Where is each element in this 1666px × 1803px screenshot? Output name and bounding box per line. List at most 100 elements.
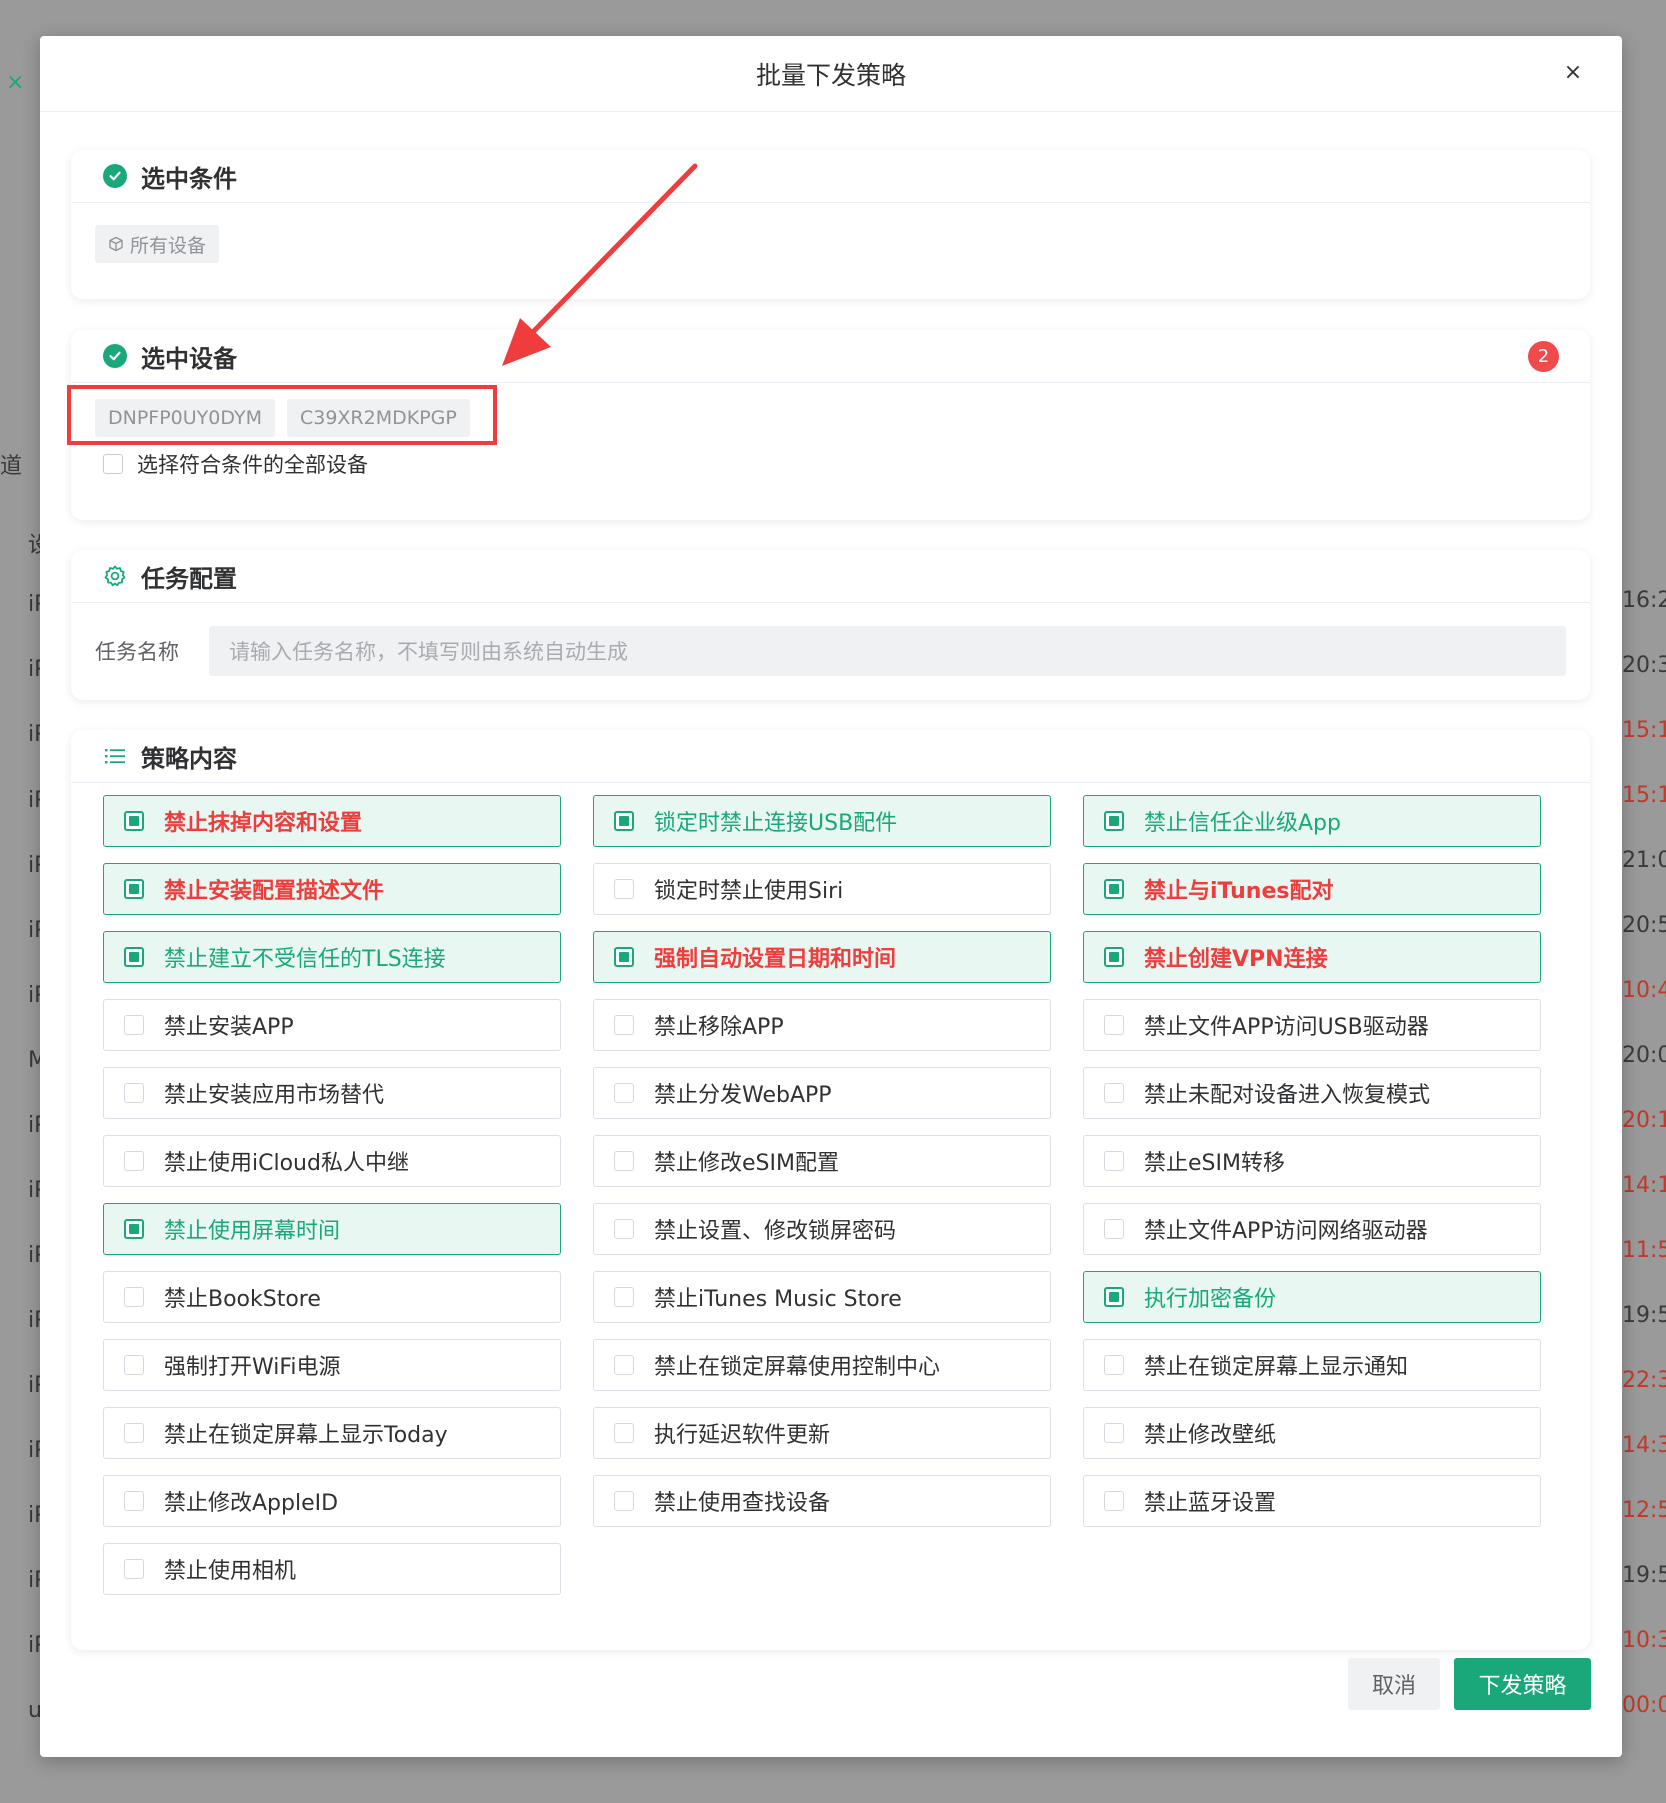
- policy-checkbox[interactable]: [1104, 879, 1124, 899]
- all-devices-tag-label: 所有设备: [130, 234, 207, 257]
- policies-card-header: 策略内容: [71, 730, 1590, 783]
- policy-option[interactable]: 禁止修改AppleID: [103, 1475, 561, 1527]
- policy-checkbox[interactable]: [124, 879, 144, 899]
- policy-option[interactable]: 锁定时禁止使用Siri: [593, 863, 1051, 915]
- policy-label: 禁止文件APP访问网络驱动器: [1144, 1219, 1428, 1244]
- background-time-text: 19:5: [1622, 1563, 1666, 1588]
- policy-checkbox[interactable]: [614, 1151, 634, 1171]
- policy-option[interactable]: 禁止安装配置描述文件: [103, 863, 561, 915]
- policy-option[interactable]: 禁止修改eSIM配置: [593, 1135, 1051, 1187]
- policy-checkbox[interactable]: [614, 1423, 634, 1443]
- submit-policy-button[interactable]: 下发策略: [1454, 1658, 1591, 1710]
- background-time-text: 22:3: [1622, 1368, 1666, 1393]
- policy-option[interactable]: 禁止修改壁纸: [1083, 1407, 1541, 1459]
- policy-label: 锁定时禁止使用Siri: [654, 879, 844, 904]
- policy-option[interactable]: 锁定时禁止连接USB配件: [593, 795, 1051, 847]
- policy-checkbox[interactable]: [614, 879, 634, 899]
- policy-checkbox[interactable]: [614, 1491, 634, 1511]
- policy-label: 禁止使用相机: [164, 1559, 297, 1584]
- policy-option[interactable]: 禁止蓝牙设置: [1083, 1475, 1541, 1527]
- policy-checkbox[interactable]: [1104, 1015, 1124, 1035]
- policy-checkbox[interactable]: [124, 947, 144, 967]
- policy-checkbox[interactable]: [124, 1287, 144, 1307]
- policy-option[interactable]: 禁止BookStore: [103, 1271, 561, 1323]
- policy-option[interactable]: 禁止文件APP访问USB驱动器: [1083, 999, 1541, 1051]
- policy-checkbox[interactable]: [1104, 1287, 1124, 1307]
- policy-option[interactable]: 禁止在锁定屏幕上显示通知: [1083, 1339, 1541, 1391]
- cancel-button[interactable]: 取消: [1348, 1658, 1440, 1710]
- policy-option[interactable]: 禁止建立不受信任的TLS连接: [103, 931, 561, 983]
- policy-option[interactable]: 禁止抹掉内容和设置: [103, 795, 561, 847]
- policy-checkbox[interactable]: [1104, 1491, 1124, 1511]
- policy-checkbox[interactable]: [1104, 1219, 1124, 1239]
- policy-option[interactable]: 禁止未配对设备进入恢复模式: [1083, 1067, 1541, 1119]
- policy-checkbox[interactable]: [614, 947, 634, 967]
- select-all-label[interactable]: 选择符合条件的全部设备: [137, 449, 368, 479]
- policy-checkbox[interactable]: [1104, 1151, 1124, 1171]
- policy-label: 强制自动设置日期和时间: [654, 947, 897, 972]
- policy-option[interactable]: 禁止移除APP: [593, 999, 1051, 1051]
- policy-option[interactable]: 禁止分发WebAPP: [593, 1067, 1051, 1119]
- policy-option[interactable]: 执行加密备份: [1083, 1271, 1541, 1323]
- policy-label: 禁止安装APP: [164, 1015, 294, 1040]
- policy-checkbox[interactable]: [124, 1015, 144, 1035]
- policy-option[interactable]: 强制自动设置日期和时间: [593, 931, 1051, 983]
- policy-label: 锁定时禁止连接USB配件: [654, 811, 898, 836]
- batch-policy-dialog: 批量下发策略 × 选中条件 所有设备 选中设备 2 DNPFP0UY0DYM C…: [40, 36, 1622, 1757]
- conditions-card: 选中条件 所有设备: [71, 150, 1590, 299]
- background-time-text: 19:5: [1622, 1303, 1666, 1328]
- policy-option[interactable]: 禁止使用相机: [103, 1543, 561, 1595]
- policy-option[interactable]: 执行延迟软件更新: [593, 1407, 1051, 1459]
- background-time-text: 10:4: [1622, 978, 1666, 1003]
- policy-option[interactable]: 禁止信任企业级App: [1083, 795, 1541, 847]
- background-time-text: 20:1: [1622, 1108, 1666, 1133]
- policy-checkbox[interactable]: [614, 811, 634, 831]
- policy-checkbox[interactable]: [1104, 1423, 1124, 1443]
- policy-option[interactable]: 禁止eSIM转移: [1083, 1135, 1541, 1187]
- policy-checkbox[interactable]: [614, 1219, 634, 1239]
- policy-option[interactable]: 禁止设置、修改锁屏密码: [593, 1203, 1051, 1255]
- policy-option[interactable]: 禁止使用屏幕时间: [103, 1203, 561, 1255]
- policy-option[interactable]: 禁止与iTunes配对: [1083, 863, 1541, 915]
- background-time-text: 21:0: [1622, 848, 1666, 873]
- policy-checkbox[interactable]: [124, 1355, 144, 1375]
- policy-checkbox[interactable]: [614, 1355, 634, 1375]
- policy-label: 强制打开WiFi电源: [164, 1355, 341, 1380]
- policy-checkbox[interactable]: [614, 1083, 634, 1103]
- policy-option[interactable]: 禁止创建VPN连接: [1083, 931, 1541, 983]
- devices-title: 选中设备: [141, 344, 237, 373]
- policy-label: 禁止建立不受信任的TLS连接: [164, 947, 446, 972]
- policy-checkbox[interactable]: [614, 1015, 634, 1035]
- policy-checkbox[interactable]: [124, 1423, 144, 1443]
- close-icon[interactable]: ×: [1558, 58, 1588, 88]
- background-time-text: 14:1: [1622, 1173, 1666, 1198]
- policy-option[interactable]: 禁止iTunes Music Store: [593, 1271, 1051, 1323]
- policy-checkbox[interactable]: [124, 1491, 144, 1511]
- conditions-body: 所有设备: [71, 203, 1590, 285]
- policy-option[interactable]: 强制打开WiFi电源: [103, 1339, 561, 1391]
- policy-option[interactable]: 禁止使用查找设备: [593, 1475, 1051, 1527]
- policy-option[interactable]: 禁止在锁定屏幕上显示Today: [103, 1407, 561, 1459]
- policy-option[interactable]: 禁止文件APP访问网络驱动器: [1083, 1203, 1541, 1255]
- policy-option[interactable]: 禁止使用iCloud私人中继: [103, 1135, 561, 1187]
- policy-checkbox[interactable]: [124, 1559, 144, 1579]
- policy-option[interactable]: 禁止安装APP: [103, 999, 561, 1051]
- policy-option[interactable]: 禁止在锁定屏幕使用控制中心: [593, 1339, 1051, 1391]
- policy-checkbox[interactable]: [1104, 947, 1124, 967]
- policy-checkbox[interactable]: [614, 1287, 634, 1307]
- policy-option[interactable]: 禁止安装应用市场替代: [103, 1067, 561, 1119]
- policy-checkbox[interactable]: [124, 1151, 144, 1171]
- policy-checkbox[interactable]: [1104, 1355, 1124, 1375]
- devices-card-header: 选中设备 2: [71, 330, 1590, 383]
- policy-checkbox[interactable]: [1104, 811, 1124, 831]
- task-name-input[interactable]: 请输入任务名称，不填写则由系统自动生成: [209, 626, 1566, 676]
- policy-label: 禁止安装应用市场替代: [164, 1083, 385, 1108]
- policies-card: 策略内容 禁止抹掉内容和设置 锁定时禁止连接USB配件 禁止信任企业级App 禁止安装…: [71, 730, 1590, 1650]
- policy-checkbox[interactable]: [124, 1219, 144, 1239]
- policies-title: 策略内容: [141, 744, 237, 773]
- policy-checkbox[interactable]: [1104, 1083, 1124, 1103]
- policy-label: 禁止iTunes Music Store: [654, 1287, 902, 1312]
- policy-checkbox[interactable]: [124, 811, 144, 831]
- policy-checkbox[interactable]: [124, 1083, 144, 1103]
- select-all-checkbox[interactable]: [103, 454, 123, 474]
